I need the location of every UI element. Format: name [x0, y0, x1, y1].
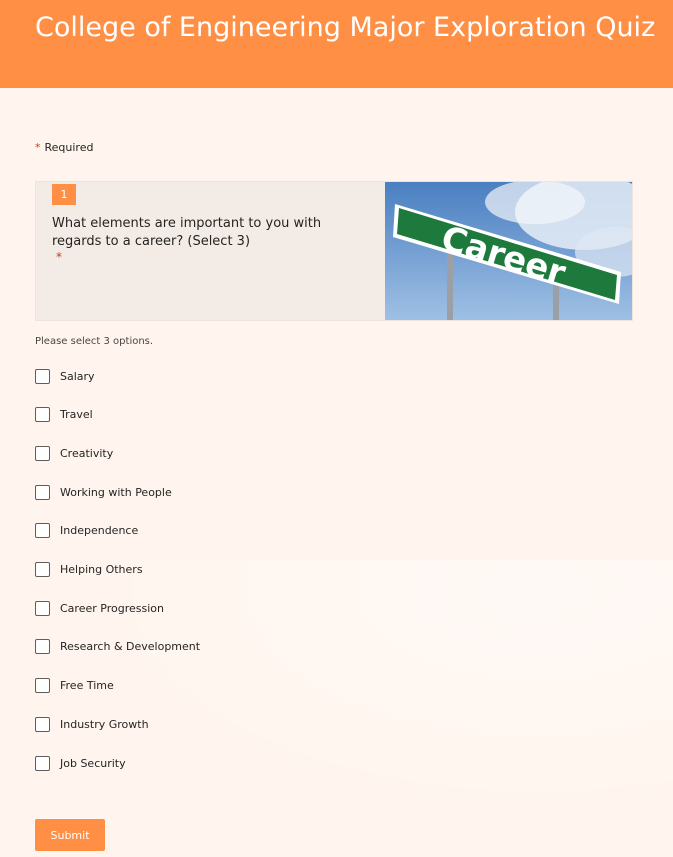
checkbox[interactable]	[35, 562, 50, 577]
option-label: Industry Growth	[60, 717, 149, 731]
checkbox[interactable]	[35, 755, 50, 771]
required-note: * Required	[35, 141, 93, 154]
option-row[interactable]: Creativity	[35, 443, 113, 463]
option-row[interactable]: Research & Development	[35, 637, 200, 657]
option-label: Salary	[60, 369, 95, 383]
form-header: College of Engineering Major Exploration…	[0, 0, 673, 88]
checkbox[interactable]	[35, 368, 50, 384]
option-label: Research & Development	[60, 640, 201, 654]
checkbox[interactable]	[35, 407, 50, 423]
option-label: Working with People	[60, 485, 172, 499]
checkbox[interactable]	[35, 716, 50, 732]
checkbox[interactable]	[35, 484, 50, 500]
required-label: Required	[44, 141, 94, 154]
required-star: *	[35, 141, 41, 154]
option-row[interactable]: Working with People	[35, 482, 172, 502]
option-row[interactable]: Free Time	[35, 676, 114, 696]
option-row[interactable]: Career Progression	[35, 598, 164, 618]
option-label: Travel	[60, 408, 93, 422]
career-sign-image: Career	[385, 182, 632, 320]
checkbox[interactable]	[35, 639, 50, 655]
option-row[interactable]: Salary	[35, 366, 95, 386]
question-card: 1 What elements are important to you wit…	[35, 181, 633, 321]
checkbox[interactable]	[35, 678, 50, 694]
option-label: Career Progression	[60, 601, 164, 615]
option-label: Independence	[60, 524, 139, 538]
checkbox[interactable]	[35, 600, 50, 616]
option-label: Job Security	[60, 756, 126, 770]
option-row[interactable]: Travel	[35, 405, 93, 425]
option-label: Creativity	[60, 446, 114, 460]
option-row[interactable]: Job Security	[35, 753, 126, 773]
submit-button[interactable]: Submit	[35, 819, 105, 851]
option-row[interactable]: Helping Others	[35, 560, 143, 580]
question-text: What elements are important to you with …	[52, 216, 322, 249]
option-label: Free Time	[60, 679, 114, 693]
option-label: Helping Others	[60, 563, 143, 576]
checkbox[interactable]	[35, 445, 50, 461]
option-row[interactable]: Industry Growth	[35, 714, 149, 734]
checkbox[interactable]	[35, 523, 50, 539]
selection-hint: Please select 3 options.	[35, 336, 154, 347]
question-number: 1	[52, 184, 76, 205]
form-title: College of Engineering Major Exploration…	[35, 12, 656, 43]
question-image: Career	[385, 182, 632, 320]
question-required-star: *	[56, 250, 62, 264]
option-row[interactable]: Independence	[35, 521, 138, 541]
